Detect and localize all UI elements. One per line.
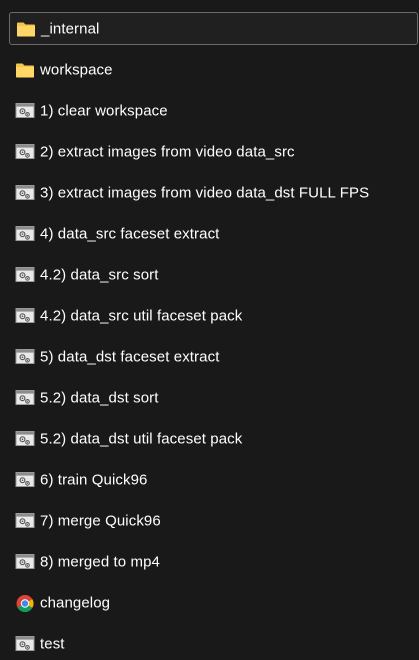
file-name: 6) train Quick96 — [40, 471, 148, 488]
file-name: 4.2) data_src sort — [40, 266, 159, 283]
file-name: workspace — [40, 61, 113, 78]
batch-file-icon — [15, 471, 35, 487]
file-name: 8) merged to mp4 — [40, 553, 160, 570]
file-name: 7) merge Quick96 — [40, 512, 161, 529]
file-name: 2) extract images from video data_src — [40, 143, 295, 160]
file-list: _internal workspace 1) clear workspace 2… — [0, 0, 419, 657]
file-row-test[interactable]: test — [9, 627, 418, 660]
file-row-src-sort[interactable]: 4.2) data_src sort — [9, 258, 418, 291]
file-row-merge-quick96[interactable]: 7) merge Quick96 — [9, 504, 418, 537]
file-name: 4.2) data_src util faceset pack — [40, 307, 243, 324]
file-row-internal[interactable]: _internal — [9, 12, 418, 45]
file-name: changelog — [40, 594, 111, 611]
batch-file-icon — [15, 266, 35, 282]
file-row-extract-images-src[interactable]: 2) extract images from video data_src — [9, 135, 418, 168]
file-name: 5.2) data_dst sort — [40, 389, 159, 406]
file-name: test — [40, 635, 65, 652]
batch-file-icon — [15, 143, 35, 159]
batch-file-icon — [15, 553, 35, 569]
folder-icon — [16, 63, 34, 77]
file-name: 5.2) data_dst util faceset pack — [40, 430, 243, 447]
file-row-clear-workspace[interactable]: 1) clear workspace — [9, 94, 418, 127]
file-row-src-faceset-pack[interactable]: 4.2) data_src util faceset pack — [9, 299, 418, 332]
batch-file-icon — [15, 184, 35, 200]
batch-file-icon — [15, 512, 35, 528]
file-row-dst-sort[interactable]: 5.2) data_dst sort — [9, 381, 418, 414]
file-row-changelog[interactable]: changelog — [9, 586, 418, 619]
file-name: 4) data_src faceset extract — [40, 225, 220, 242]
file-row-train-quick96[interactable]: 6) train Quick96 — [9, 463, 418, 496]
batch-file-icon — [15, 430, 35, 446]
batch-file-icon — [15, 348, 35, 364]
chrome-icon — [16, 594, 34, 612]
file-name: 1) clear workspace — [40, 102, 168, 119]
file-row-extract-images-dst[interactable]: 3) extract images from video data_dst FU… — [9, 176, 418, 209]
file-row-src-faceset-extract[interactable]: 4) data_src faceset extract — [9, 217, 418, 250]
batch-file-icon — [15, 635, 35, 651]
batch-file-icon — [15, 102, 35, 118]
file-row-workspace[interactable]: workspace — [9, 53, 418, 86]
file-row-dst-faceset-extract[interactable]: 5) data_dst faceset extract — [9, 340, 418, 373]
file-name: 5) data_dst faceset extract — [40, 348, 220, 365]
batch-file-icon — [15, 225, 35, 241]
file-row-dst-faceset-pack[interactable]: 5.2) data_dst util faceset pack — [9, 422, 418, 455]
batch-file-icon — [15, 389, 35, 405]
folder-icon — [17, 22, 35, 36]
file-name: _internal — [41, 20, 100, 37]
file-name: 3) extract images from video data_dst FU… — [40, 184, 370, 201]
file-row-merged-to-mp4[interactable]: 8) merged to mp4 — [9, 545, 418, 578]
batch-file-icon — [15, 307, 35, 323]
